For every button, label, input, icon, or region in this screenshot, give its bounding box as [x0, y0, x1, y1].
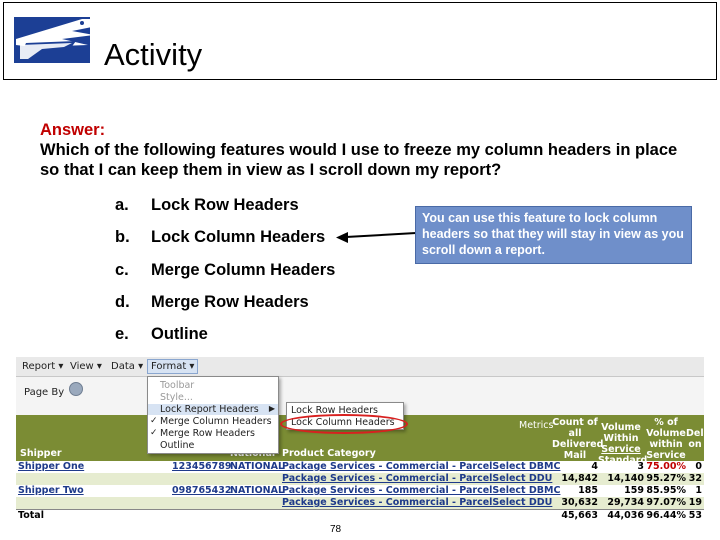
cell-count: 4 [591, 461, 598, 472]
cell-extra: 32 [688, 473, 702, 484]
cell-count: 30,632 [561, 497, 598, 508]
cell-product[interactable]: Package Services - Commercial - ParcelSe… [282, 473, 552, 484]
option-letter: b. [115, 228, 130, 246]
cell-pct: 97.07% [646, 497, 686, 508]
option-letter: e. [115, 325, 129, 343]
callout-box: You can use this feature to lock column … [415, 206, 692, 264]
option-text: Merge Column Headers [151, 261, 336, 279]
cell-nat-id[interactable]: 098765432 [172, 485, 232, 496]
report-screenshot: Report ▾ View ▾ Data ▾ Format ▾ Page By … [16, 357, 704, 520]
option-e: e. Outline [115, 325, 208, 344]
cell-volume: 44,036 [607, 510, 644, 520]
cell-shipper[interactable]: Shipper One [18, 461, 84, 472]
cell-volume: 3 [637, 461, 644, 472]
cell-extra: 1 [695, 485, 702, 496]
option-letter: d. [115, 293, 130, 311]
menu-data[interactable]: Data ▾ [111, 361, 143, 372]
answer-label: Answer: [40, 121, 106, 139]
menu-report[interactable]: Report ▾ [22, 361, 63, 372]
table-row: Shipper Two 098765432 NATIONAL Package S… [16, 485, 704, 497]
page-title: Activity [104, 37, 203, 72]
checkmark-icon: ✓ [150, 428, 158, 438]
menu-item-toolbar[interactable]: Toolbar [160, 380, 194, 391]
settings-icon[interactable] [69, 382, 83, 396]
cell-nat-id[interactable]: 123456789 [172, 461, 232, 472]
question-text: Which of the following features would I … [40, 141, 678, 179]
header-volume: Volume Within Service Standard [598, 422, 648, 466]
cell-national[interactable]: NATIONAL [230, 485, 284, 496]
option-b: b. Lock Column Headers [115, 228, 325, 247]
cell-count: 185 [578, 485, 598, 496]
cell-extra: 19 [688, 497, 702, 508]
page-by-label[interactable]: Page By [24, 387, 64, 398]
format-dropdown-menu: Toolbar Style... Lock Report Headers ▶ ✓ … [147, 376, 279, 454]
usps-eagle-logo [14, 17, 94, 63]
option-letter: c. [115, 261, 129, 279]
report-menubar: Report ▾ View ▾ Data ▾ Format ▾ [16, 357, 704, 377]
menu-item-merge-column-headers[interactable]: Merge Column Headers [160, 416, 272, 427]
cell-volume: 14,140 [607, 473, 644, 484]
cell-extra: 53 [688, 510, 702, 520]
menu-item-lock-report-headers[interactable]: Lock Report Headers ▶ [148, 404, 278, 415]
checkmark-icon: ✓ [150, 416, 158, 426]
cell-national[interactable]: NATIONAL [230, 461, 284, 472]
option-c: c. Merge Column Headers [115, 261, 335, 280]
cell-shipper[interactable]: Shipper Two [18, 485, 84, 496]
option-d: d. Merge Row Headers [115, 293, 309, 312]
table-row: Package Services - Commercial - ParcelSe… [16, 497, 704, 509]
submenu-arrow-icon: ▶ [268, 404, 275, 413]
option-text: Lock Row Headers [151, 196, 299, 214]
option-text: Outline [151, 325, 208, 343]
cell-product[interactable]: Package Services - Commercial - ParcelSe… [282, 497, 552, 508]
cell-shipper: Total [18, 510, 44, 520]
header-metrics: Metrics [519, 420, 554, 431]
table-row: Shipper One 123456789 NATIONAL Package S… [16, 461, 704, 473]
cell-count: 45,663 [561, 510, 598, 520]
cell-count: 14,842 [561, 473, 598, 484]
cell-pct: 85.95% [646, 485, 686, 496]
page-number: 78 [330, 524, 342, 535]
option-text: Merge Row Headers [151, 293, 309, 311]
cell-volume: 159 [624, 485, 644, 496]
menu-item-merge-row-headers[interactable]: Merge Row Headers [160, 428, 255, 439]
table-row-total: Total 45,663 44,036 96.44% 53 [16, 509, 704, 520]
cell-pct: 96.44% [646, 510, 686, 520]
menu-item-style[interactable]: Style... [160, 392, 193, 403]
menu-view[interactable]: View ▾ [70, 361, 102, 372]
header-deli: Delion [686, 428, 704, 450]
header-product-category: Product Category [282, 448, 376, 459]
cell-pct: 75.00% [646, 461, 686, 472]
cell-pct: 95.27% [646, 473, 686, 484]
menu-format[interactable]: Format ▾ [147, 359, 199, 374]
callout-arrow [336, 232, 417, 243]
cell-product[interactable]: Package Services - Commercial - ParcelSe… [282, 485, 560, 496]
option-text: Lock Column Headers [151, 228, 326, 246]
table-row: Package Services - Commercial - ParcelSe… [16, 473, 704, 485]
option-a: a. Lock Row Headers [115, 196, 299, 215]
menu-item-outline[interactable]: Outline [160, 440, 194, 451]
slide-header: Activity [3, 2, 717, 80]
header-shipper: Shipper [20, 448, 62, 459]
cell-product[interactable]: Package Services - Commercial - ParcelSe… [282, 461, 560, 472]
question-block: Answer: Which of the following features … [40, 120, 700, 180]
cell-volume: 29,734 [607, 497, 644, 508]
option-letter: a. [115, 196, 129, 214]
cell-extra: 0 [695, 461, 702, 472]
highlight-circle [280, 414, 408, 434]
